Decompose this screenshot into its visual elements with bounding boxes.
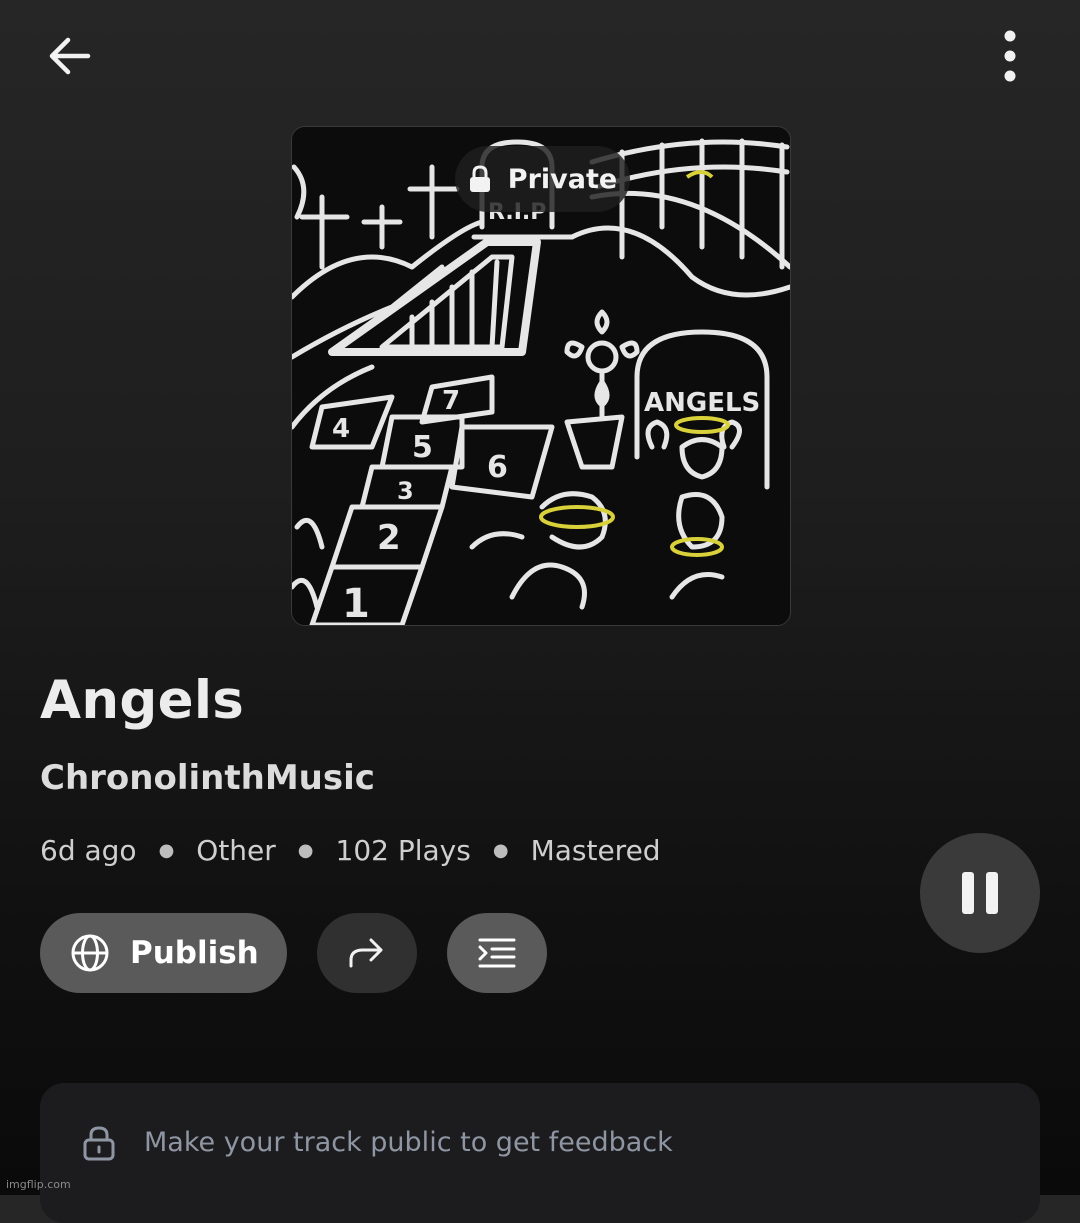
- back-button[interactable]: [38, 24, 102, 88]
- svg-text:7: 7: [442, 386, 460, 416]
- track-title: Angels: [40, 670, 245, 731]
- lyrics-button[interactable]: [447, 913, 547, 993]
- separator-dot: ●: [158, 840, 175, 861]
- separator-dot: ●: [297, 840, 314, 861]
- svg-text:3: 3: [397, 477, 414, 505]
- svg-text:1: 1: [342, 581, 370, 625]
- lyrics-lines-icon: [478, 938, 516, 968]
- feedback-card: Make your track public to get feedback: [40, 1083, 1040, 1223]
- share-button[interactable]: [317, 913, 417, 993]
- track-genre: Other: [196, 834, 276, 867]
- track-plays: 102 Plays: [335, 834, 471, 867]
- track-meta: 6d ago ● Other ● 102 Plays ● Mastered: [40, 834, 661, 867]
- feedback-message: Make your track public to get feedback: [144, 1127, 673, 1158]
- publish-label: Publish: [130, 935, 259, 971]
- globe-icon: [71, 934, 109, 972]
- lock-icon: [83, 1126, 115, 1161]
- more-options-button[interactable]: [978, 24, 1042, 88]
- private-badge-label: Private: [507, 163, 618, 195]
- pause-button[interactable]: [920, 833, 1040, 953]
- svg-text:5: 5: [412, 430, 433, 465]
- more-vertical-icon: [1004, 30, 1016, 82]
- track-status: Mastered: [530, 834, 661, 867]
- svg-text:6: 6: [487, 450, 508, 485]
- track-age: 6d ago: [40, 834, 137, 867]
- svg-text:ANGELS: ANGELS: [644, 388, 760, 418]
- arrow-left-icon: [49, 37, 91, 75]
- separator-dot: ●: [492, 840, 509, 861]
- artist-name[interactable]: ChronolinthMusic: [40, 758, 375, 798]
- watermark: imgflip.com: [6, 1178, 71, 1191]
- private-badge: Private: [455, 146, 630, 212]
- publish-button[interactable]: Publish: [40, 913, 287, 993]
- lock-icon: [469, 165, 490, 192]
- svg-text:4: 4: [332, 414, 350, 444]
- pause-icon: [962, 872, 998, 914]
- svg-text:2: 2: [377, 518, 401, 558]
- share-forward-icon: [349, 938, 383, 968]
